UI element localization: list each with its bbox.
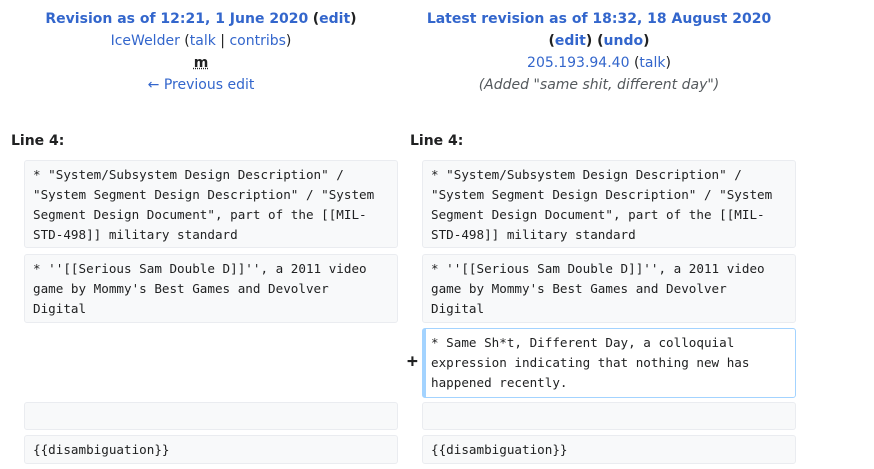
right-context-cell: * "System/Subsystem Design Description" … xyxy=(422,160,796,248)
left-talk-link[interactable]: talk xyxy=(190,33,216,49)
right-talk-link[interactable]: talk xyxy=(639,55,665,71)
edit-summary: (Added "same shit, different day") xyxy=(478,77,720,93)
previous-edit-line: ← Previous edit xyxy=(11,74,391,96)
left-line-number: Line 4: xyxy=(11,133,65,149)
left-context-cell-empty xyxy=(24,402,398,430)
added-line-cell: * Same Sh*t, Different Day, a colloquial… xyxy=(422,328,796,398)
left-user-link[interactable]: IceWelder xyxy=(111,33,180,49)
right-revision-title-line: Latest revision as of 18:32, 18 August 2… xyxy=(409,8,789,30)
right-line-number: Line 4: xyxy=(410,133,464,149)
right-user-line: 205.193.94.40 (talk) xyxy=(527,55,671,71)
left-revision-title-link[interactable]: Revision as of 12:21, 1 June 2020 xyxy=(45,11,308,27)
added-line-marker: + xyxy=(407,351,418,372)
left-edit-link[interactable]: edit xyxy=(319,11,350,27)
edit-summary-line: (Added "same shit, different day") xyxy=(409,74,789,96)
previous-edit-link[interactable]: ← Previous edit xyxy=(148,77,255,93)
left-user-line: IceWelder (talk | contribs) xyxy=(110,33,292,49)
undo-link[interactable]: undo xyxy=(604,33,644,49)
right-edit-link[interactable]: edit xyxy=(555,33,586,49)
minor-edit-marker: m xyxy=(11,52,391,74)
left-context-cell: * "System/Subsystem Design Description" … xyxy=(24,160,398,248)
right-revision-header: Latest revision as of 18:32, 18 August 2… xyxy=(409,8,789,96)
left-revision-header: Revision as of 12:21, 1 June 2020 (edit)… xyxy=(11,8,391,96)
right-user-link[interactable]: 205.193.94.40 xyxy=(527,55,629,71)
right-revision-title-link[interactable]: Latest revision as of 18:32, 18 August 2… xyxy=(427,11,771,27)
left-revision-title-line: Revision as of 12:21, 1 June 2020 (edit) xyxy=(45,11,357,27)
minor-edit-label: m xyxy=(193,55,209,71)
left-context-cell: {{disambiguation}} xyxy=(24,435,398,464)
right-context-cell: * ''[[Serious Sam Double D]]'', a 2011 v… xyxy=(422,254,796,323)
left-contribs-link[interactable]: contribs xyxy=(229,33,285,49)
left-context-cell: * ''[[Serious Sam Double D]]'', a 2011 v… xyxy=(24,254,398,323)
right-context-cell: {{disambiguation}} xyxy=(422,435,796,464)
right-context-cell-empty xyxy=(422,402,796,430)
right-actions-line: (edit) (undo) xyxy=(548,33,650,49)
